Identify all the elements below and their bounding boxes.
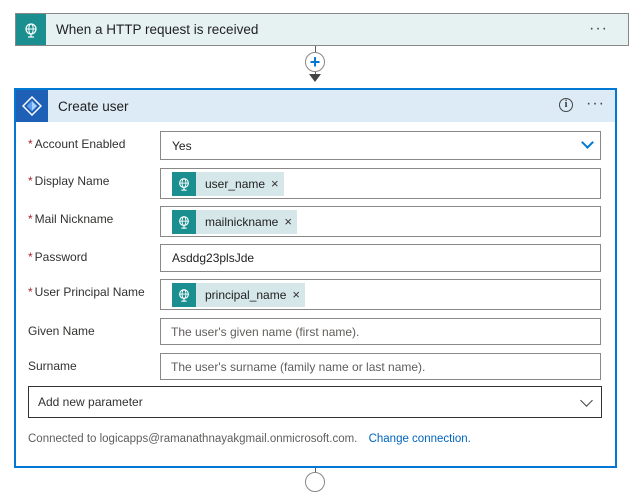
account-enabled-value: Yes [172,138,192,153]
card-more-options-button[interactable]: ··· [586,95,605,113]
add-new-parameter-dropdown[interactable]: Add new parameter [28,386,602,418]
http-request-globe-icon [172,209,196,234]
remove-token-icon[interactable]: × [292,288,300,301]
given-name-placeholder: The user's given name (first name). [171,324,360,339]
mail-nickname-field[interactable]: mailnickname × [160,206,601,237]
dynamic-content-token[interactable]: principal_name × [172,282,305,307]
given-name-field[interactable]: The user's given name (first name). [160,318,601,345]
info-icon[interactable]: i [559,98,573,112]
chevron-down-icon [581,136,594,149]
chevron-down-icon [580,394,593,407]
change-connection-link[interactable]: Change connection. [369,433,471,445]
user-principal-name-label: * User Principal Name [28,285,145,299]
plus-icon: + [309,52,321,72]
trigger-more-options-button[interactable]: ··· [589,20,608,38]
token-label: principal_name [205,287,287,302]
surname-field[interactable]: The user's surname (family name or last … [160,353,601,380]
mail-nickname-label: * Mail Nickname [28,212,114,226]
surname-label: Surname [28,359,77,373]
user-principal-name-field[interactable]: principal_name × [160,279,601,310]
dynamic-content-token[interactable]: user_name × [172,171,284,196]
account-enabled-dropdown[interactable]: Yes [160,131,601,160]
add-new-parameter-label: Add new parameter [38,395,143,409]
create-user-card[interactable]: Create user i ··· * Account Enabled Yes *… [14,88,617,468]
password-label: * Password [28,250,88,264]
trigger-card[interactable]: When a HTTP request is received ··· [15,13,629,46]
connection-info: Connected to logicapps@ramanathnayakgmai… [28,433,471,445]
token-label: user_name [205,176,266,191]
http-request-globe-icon [172,282,196,307]
password-field[interactable]: Asddg23plsJde [160,244,601,272]
account-enabled-label: * Account Enabled [28,137,126,151]
http-request-globe-icon [16,14,46,45]
azure-ad-icon [16,90,48,122]
surname-placeholder: The user's surname (family name or last … [171,359,426,374]
insert-step-button[interactable]: + [305,52,325,72]
connection-text: Connected to logicapps@ramanathnayakgmai… [28,433,358,445]
insert-step-button[interactable] [305,472,325,492]
display-name-label: * Display Name [28,174,110,188]
remove-token-icon[interactable]: × [271,177,279,190]
token-label: mailnickname [205,214,279,229]
trigger-title: When a HTTP request is received [56,22,259,37]
password-value: Asddg23plsJde [172,251,255,265]
arrow-down-icon [309,74,321,82]
remove-token-icon[interactable]: × [284,215,292,228]
card-header[interactable]: Create user i ··· [16,90,615,122]
display-name-field[interactable]: user_name × [160,168,601,199]
card-title: Create user [58,98,129,114]
http-request-globe-icon [172,171,196,196]
dynamic-content-token[interactable]: mailnickname × [172,209,297,234]
given-name-label: Given Name [28,324,95,338]
